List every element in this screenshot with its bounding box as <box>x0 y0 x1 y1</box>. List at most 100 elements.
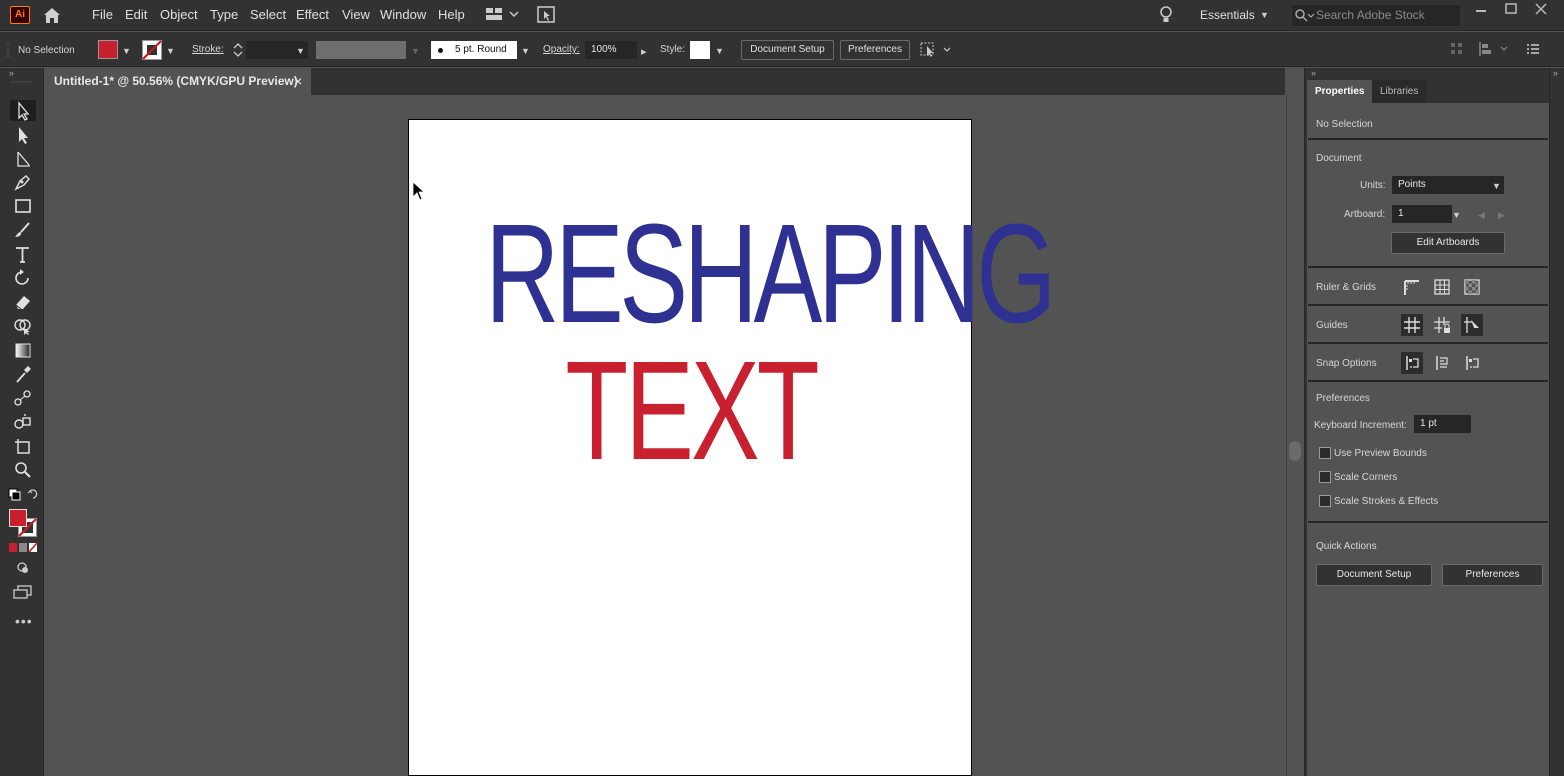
show-guides-icon[interactable] <box>1401 314 1423 336</box>
control-menu-icon[interactable] <box>1526 42 1540 56</box>
gradient-tool-icon[interactable] <box>12 340 34 360</box>
previous-artboard-icon[interactable]: ◀ <box>1478 210 1485 221</box>
menu-file[interactable]: File <box>92 7 113 22</box>
menu-effect[interactable]: Effect <box>296 7 329 22</box>
chevron-down-icon[interactable]: ▼ <box>166 46 175 56</box>
eyedropper-tool-icon[interactable] <box>12 364 34 384</box>
brush-definition-select[interactable]: 5 pt. Round <box>431 41 517 59</box>
screen-mode-icon[interactable] <box>13 585 33 599</box>
brush-dot-icon <box>438 48 443 53</box>
variable-width-profile[interactable] <box>316 41 406 59</box>
edit-toolbar-icon[interactable]: ••• <box>15 613 33 629</box>
lightbulb-icon[interactable] <box>1159 5 1173 25</box>
select-similar-icon[interactable] <box>920 42 952 58</box>
headline-reshaping[interactable]: RESHAPING <box>485 198 1056 348</box>
preferences-section-title: Preferences <box>1316 393 1370 404</box>
workspace-switcher[interactable]: Essentials <box>1200 8 1255 22</box>
artboard-tool-icon[interactable] <box>12 436 34 456</box>
chevron-down-icon[interactable]: ▼ <box>715 46 724 56</box>
preferences-button[interactable]: Preferences <box>840 40 910 60</box>
menu-help[interactable]: Help <box>438 7 465 22</box>
chevron-down-icon[interactable]: ▼ <box>1260 10 1269 20</box>
scale-corners-checkbox[interactable] <box>1319 471 1331 483</box>
opacity-label[interactable]: Opacity: <box>543 44 580 55</box>
vertical-scrollbar[interactable] <box>1286 95 1303 776</box>
menu-object[interactable]: Object <box>160 7 198 22</box>
type-tool-icon[interactable] <box>12 244 34 264</box>
edit-artboards-button[interactable]: Edit Artboards <box>1391 232 1505 254</box>
smart-guides-icon[interactable] <box>1461 314 1483 336</box>
chevron-down-icon[interactable]: ▼ <box>521 46 530 56</box>
tab-properties[interactable]: Properties <box>1307 80 1373 103</box>
keyboard-increment-input[interactable]: 1 pt <box>1414 415 1471 433</box>
artboard[interactable]: RESHAPING TEXT <box>408 119 1056 776</box>
gpu-performance-icon[interactable] <box>537 6 557 24</box>
stroke-none-swatch[interactable] <box>142 40 162 60</box>
control-bar: No Selection ▼ ▼ Stroke: ▼ ▼ 5 pt. Round… <box>0 32 1564 67</box>
quick-document-setup-button[interactable]: Document Setup <box>1316 564 1432 586</box>
fill-color-indicator[interactable] <box>9 509 27 527</box>
search-adobe-stock-input[interactable]: Search Adobe Stock <box>1292 5 1460 26</box>
shape-builder-tool-icon[interactable] <box>12 316 34 336</box>
snap-to-point-icon[interactable] <box>1401 352 1423 374</box>
direct-selection-tool-icon[interactable] <box>12 125 34 145</box>
transform-icon[interactable] <box>1450 42 1464 56</box>
eraser-tool-icon[interactable] <box>12 292 34 312</box>
chevron-down-icon[interactable]: ▼ <box>1492 181 1501 191</box>
chevron-down-icon[interactable]: ▼ <box>122 46 131 56</box>
stroke-weight-stepper[interactable] <box>232 41 244 59</box>
blend-tool-icon[interactable] <box>12 388 34 408</box>
divider <box>1308 521 1548 523</box>
scrollbar-thumb[interactable] <box>1289 441 1301 461</box>
chevron-down-icon[interactable]: ▼ <box>411 46 420 56</box>
menu-view[interactable]: View <box>342 7 370 22</box>
transparency-grid-icon[interactable] <box>1461 276 1483 298</box>
default-fill-stroke-icon[interactable] <box>8 488 42 502</box>
rectangle-tool-icon[interactable] <box>12 196 34 216</box>
stroke-label[interactable]: Stroke: <box>192 44 224 55</box>
menu-type[interactable]: Type <box>210 7 238 22</box>
fill-color-swatch[interactable] <box>98 40 118 59</box>
expand-panels-icon[interactable]: » <box>1553 68 1558 78</box>
snap-to-pixel-icon[interactable] <box>1431 352 1453 374</box>
lock-guides-icon[interactable] <box>1431 314 1453 336</box>
quick-preferences-button[interactable]: Preferences <box>1442 564 1543 586</box>
next-artboard-icon[interactable]: ▶ <box>1498 210 1505 221</box>
document-setup-button[interactable]: Document Setup <box>741 40 834 60</box>
rotate-tool-icon[interactable] <box>12 268 34 288</box>
home-icon[interactable] <box>42 6 62 24</box>
menu-select[interactable]: Select <box>250 7 286 22</box>
grid-icon[interactable] <box>1431 276 1453 298</box>
opacity-input[interactable]: 100% <box>585 41 637 59</box>
chevron-down-icon[interactable]: ▼ <box>296 46 305 56</box>
zoom-tool-icon[interactable] <box>12 460 34 480</box>
headline-text[interactable]: TEXT <box>485 340 897 481</box>
collapse-toolbar-icon[interactable]: » <box>9 68 14 78</box>
align-icon[interactable] <box>1478 41 1510 57</box>
magic-wand-tool-icon[interactable] <box>12 149 34 169</box>
selection-tool-icon[interactable] <box>12 101 34 121</box>
arrange-documents-icon[interactable] <box>486 8 522 22</box>
chevron-down-icon[interactable]: ▼ <box>1452 210 1461 220</box>
menu-window[interactable]: Window <box>380 7 426 22</box>
artboard-label: Artboard: <box>1344 209 1386 220</box>
symbol-sprayer-tool-icon[interactable] <box>12 412 34 432</box>
graphic-style-swatch[interactable] <box>690 41 710 59</box>
ruler-icon[interactable] <box>1401 276 1423 298</box>
draw-mode-icon[interactable] <box>16 561 30 575</box>
document-tab[interactable]: Untitled-1* @ 50.56% (CMYK/GPU Preview) <box>45 68 311 95</box>
selection-status: No Selection <box>18 45 75 56</box>
artboard-select[interactable]: 1 <box>1392 205 1452 223</box>
scale-strokes-effects-checkbox[interactable] <box>1319 495 1331 507</box>
paintbrush-tool-icon[interactable] <box>12 220 34 240</box>
collapse-panel-icon[interactable]: » <box>1311 68 1316 78</box>
pen-tool-icon[interactable] <box>12 172 34 192</box>
use-preview-bounds-checkbox[interactable] <box>1319 447 1331 459</box>
tab-libraries[interactable]: Libraries <box>1372 80 1427 103</box>
units-select[interactable]: Points <box>1392 176 1504 194</box>
close-tab-icon[interactable]: × <box>294 73 302 89</box>
color-mode-icons[interactable] <box>9 543 39 553</box>
menu-edit[interactable]: Edit <box>125 7 147 22</box>
snap-to-glyph-icon[interactable] <box>1461 352 1483 374</box>
chevron-right-icon[interactable]: ▸ <box>641 45 647 58</box>
